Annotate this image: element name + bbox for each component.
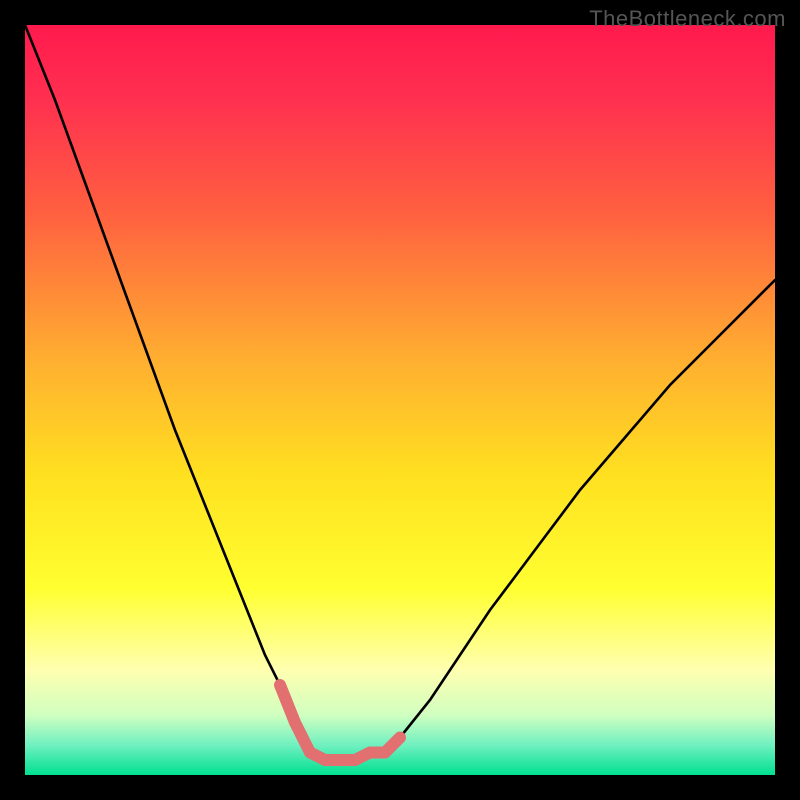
curves-layer <box>25 25 775 775</box>
left-curve <box>25 25 310 753</box>
plot-area <box>25 25 775 775</box>
right-curve <box>385 280 775 753</box>
watermark-text: TheBottleneck.com <box>589 6 786 32</box>
valley-highlight <box>280 685 400 760</box>
